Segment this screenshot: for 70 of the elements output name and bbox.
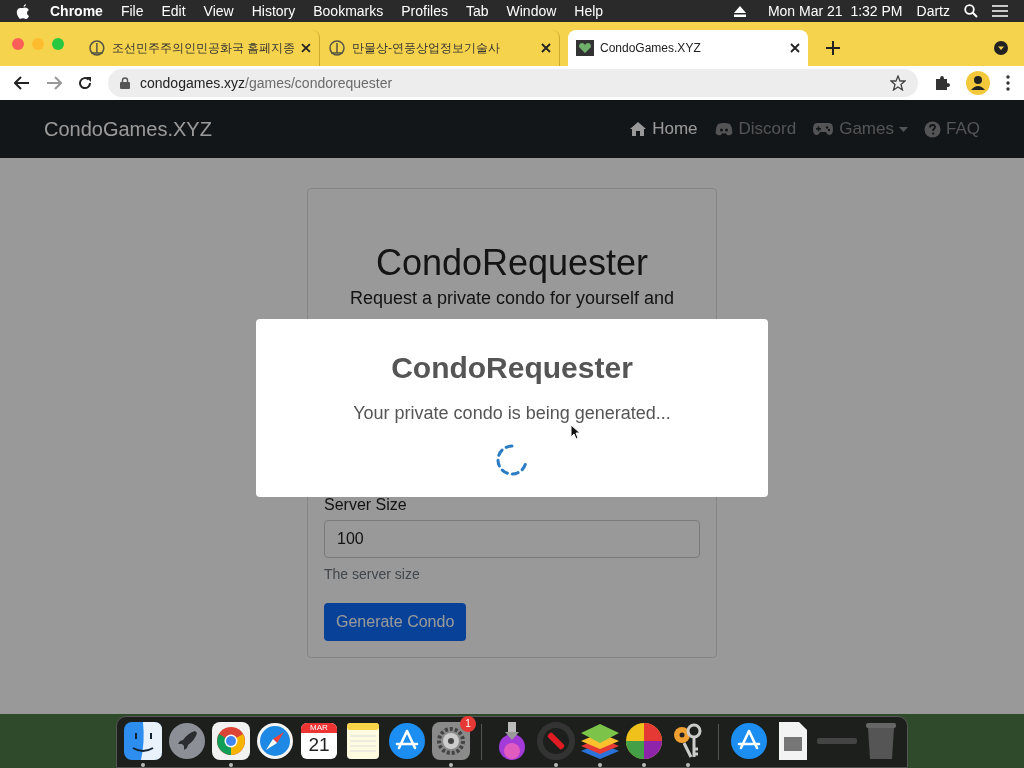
- apple-icon[interactable]: [16, 3, 30, 19]
- puzzle-icon[interactable]: [934, 75, 950, 91]
- back-icon[interactable]: [14, 76, 30, 90]
- control-center-icon[interactable]: [992, 5, 1008, 17]
- colorful-ball-icon: [624, 721, 664, 761]
- app-menu[interactable]: Chrome: [50, 0, 103, 22]
- finder-icon: [124, 722, 162, 760]
- compass-icon: [256, 722, 294, 760]
- app-store-icon: [388, 722, 426, 760]
- tab-title: 조선민주주의인민공화국 홈페지종: [111, 40, 296, 57]
- modal-title: CondoRequester: [391, 350, 633, 386]
- new-tab-icon[interactable]: [826, 41, 840, 55]
- field-help: The server size: [324, 565, 420, 584]
- reload-icon[interactable]: [78, 76, 92, 90]
- menu-item[interactable]: Edit: [161, 0, 186, 22]
- mouse-cursor-icon: [570, 424, 580, 440]
- loading-spinner-icon: [495, 443, 529, 477]
- search-icon[interactable]: [964, 4, 978, 18]
- home-icon: [629, 121, 648, 137]
- close-icon[interactable]: [301, 43, 311, 53]
- favicon-icon: [88, 40, 106, 56]
- card-subtitle: Request a private condo for yourself and: [349, 287, 675, 309]
- eject-icon[interactable]: [733, 5, 746, 17]
- field-label: Server Size: [324, 496, 407, 514]
- address-bar[interactable]: condogames.xyz/games/condorequester: [108, 69, 918, 97]
- chrome-icon: [212, 722, 250, 760]
- menu-item[interactable]: View: [203, 0, 234, 22]
- caret-icon: [899, 126, 908, 132]
- tab-title: CondoGames.XYZ: [600, 40, 702, 57]
- menu-item[interactable]: Help: [574, 0, 604, 22]
- favicon-icon: [576, 40, 594, 56]
- menu-item[interactable]: History: [251, 0, 296, 22]
- tab-search-icon[interactable]: [994, 41, 1008, 55]
- nav-link[interactable]: Home: [629, 116, 698, 142]
- close-icon[interactable]: [790, 43, 800, 53]
- menu-item[interactable]: Bookmarks: [313, 0, 384, 22]
- profile-icon[interactable]: [966, 71, 990, 95]
- app-store-icon: [730, 722, 768, 760]
- minimized-window-icon: [817, 737, 857, 745]
- menu-item[interactable]: Window: [506, 0, 557, 22]
- document-icon: [776, 721, 810, 761]
- layers-icon: [579, 721, 621, 761]
- site-brand[interactable]: CondoGames.XYZ: [44, 114, 212, 144]
- user-name[interactable]: Dartz: [916, 0, 950, 22]
- notification-badge: 1: [460, 716, 476, 732]
- menu-item[interactable]: Profiles: [401, 0, 448, 22]
- question-icon: [924, 120, 941, 138]
- card-title: CondoRequester: [375, 241, 649, 285]
- tab-title: 만물상-연풍상업정보기술사: [352, 40, 501, 57]
- gamepad-face-icon: [713, 121, 734, 137]
- url-text: condogames.xyz/games/condorequester: [140, 73, 394, 93]
- notepad-icon: [345, 722, 381, 760]
- gamepad-icon: [812, 122, 835, 136]
- menu-clock[interactable]: Mon Mar 21 1:32 PM: [767, 0, 903, 22]
- lock-icon: [120, 77, 130, 89]
- no-sign-icon: [536, 721, 576, 761]
- calendar-day: 21: [308, 733, 330, 757]
- close-icon[interactable]: [541, 43, 551, 53]
- star-icon[interactable]: [890, 75, 906, 91]
- modal-message: Your private condo is being generated...: [353, 402, 671, 425]
- forward-icon[interactable]: [46, 76, 62, 90]
- more-icon[interactable]: [1006, 75, 1010, 91]
- calendar-month: MAR: [301, 723, 337, 733]
- browser-tab[interactable]: CondoGames.XYZ: [568, 30, 808, 66]
- menu-item[interactable]: Tab: [465, 0, 489, 22]
- menu-item[interactable]: File: [120, 0, 144, 22]
- favicon-icon: [328, 40, 346, 56]
- trash-icon: [865, 722, 897, 760]
- rocket-icon: [168, 722, 206, 760]
- server-size-input[interactable]: 100: [324, 520, 700, 558]
